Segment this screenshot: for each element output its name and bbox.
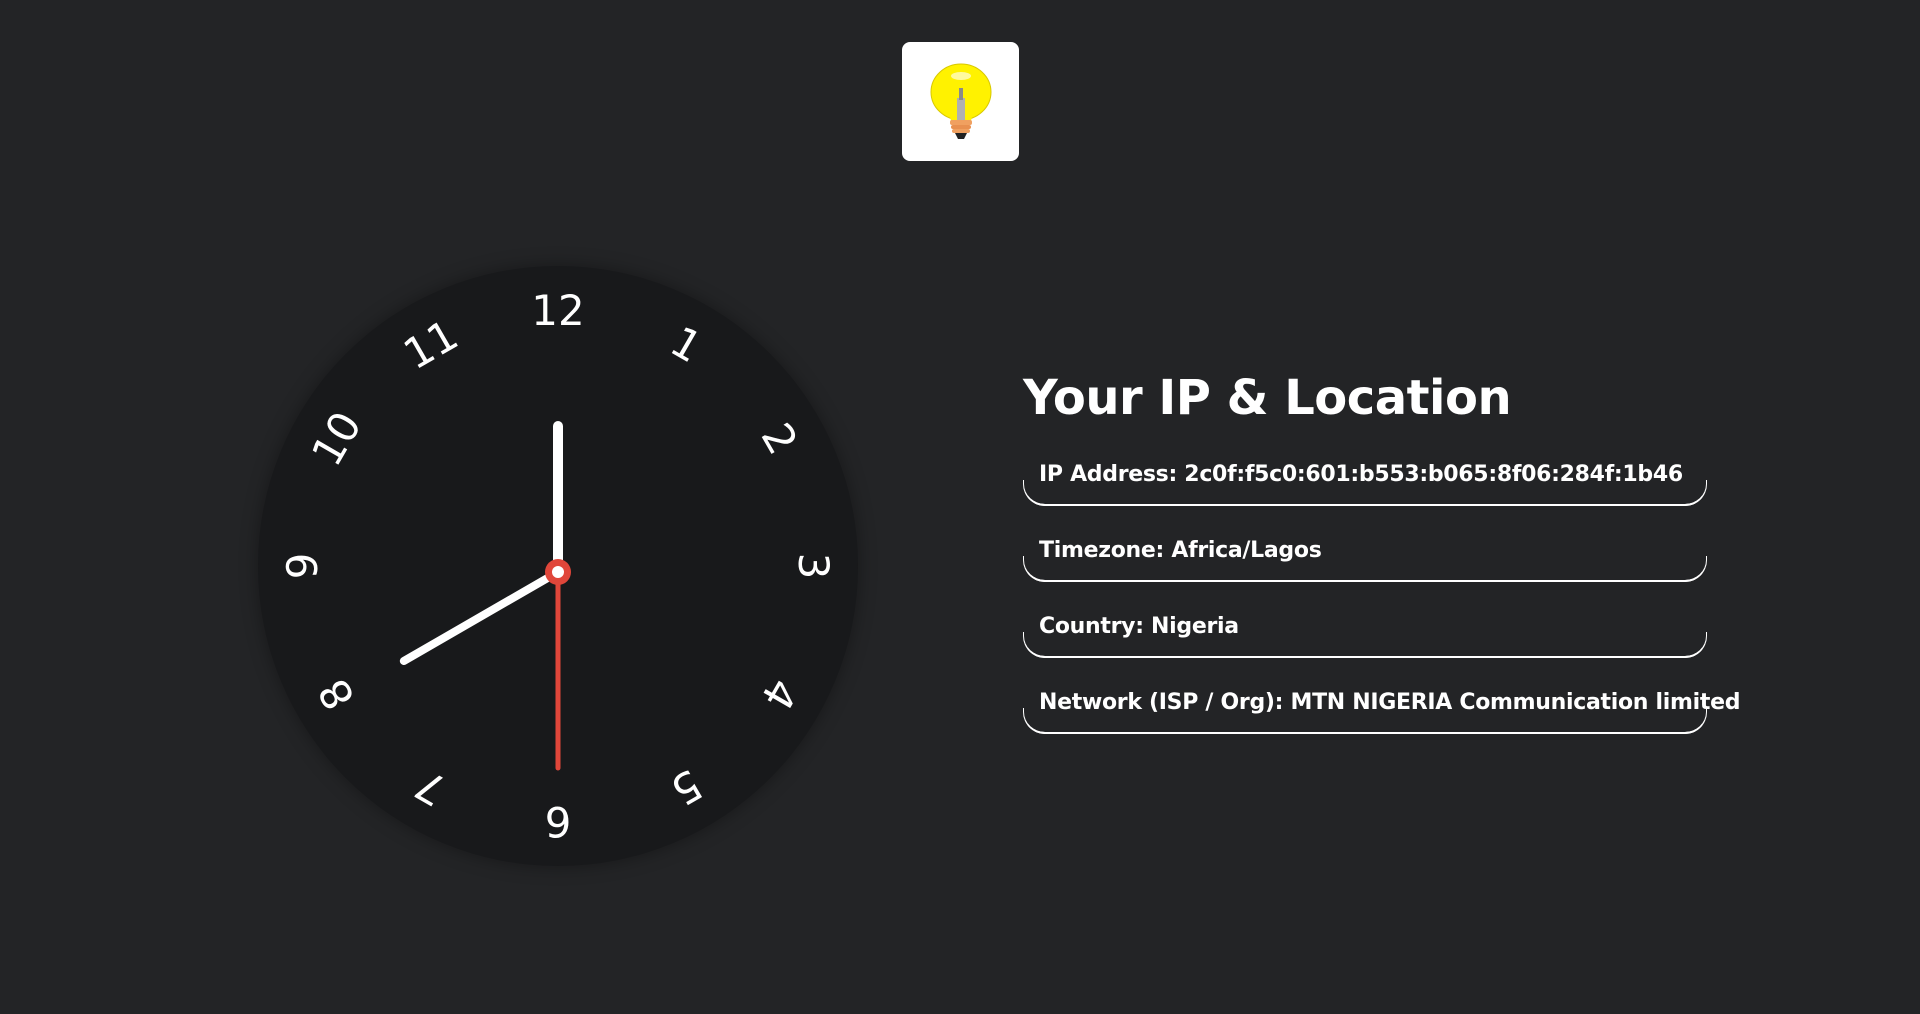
- timezone-text: Timezone: Africa/Lagos: [1039, 538, 1322, 563]
- logo[interactable]: [902, 42, 1019, 161]
- ip-address-text: IP Address: 2c0f:f5c0:601:b553:b065:8f06…: [1039, 462, 1683, 487]
- ip-location-panel: Your IP & Location IP Address: 2c0f:f5c0…: [1023, 370, 1740, 760]
- clock-hands: [399, 421, 571, 771]
- page-title: Your IP & Location: [1023, 370, 1512, 426]
- info-row-timezone: Timezone: Africa/Lagos: [1023, 532, 1707, 582]
- page: 12 1 2 3 4 5 6 7 8 9 10 11 Your IP & Location IP Ad…: [0, 0, 1920, 1014]
- info-row-network: Network (ISP / Org): MTN NIGERIA Communi…: [1023, 684, 1740, 734]
- analog-clock: 12 1 2 3 4 5 6 7 8 9 10 11: [258, 266, 858, 866]
- country-text: Country: Nigeria: [1039, 614, 1239, 639]
- info-row-ip-address: IP Address: 2c0f:f5c0:601:b553:b065:8f06…: [1023, 456, 1707, 506]
- clock-center-dot: [552, 566, 564, 578]
- network-text: Network (ISP / Org): MTN NIGERIA Communi…: [1039, 690, 1741, 715]
- info-row-country: Country: Nigeria: [1023, 608, 1707, 658]
- light-bulb-icon: [930, 63, 991, 139]
- hour-hand: [399, 568, 562, 665]
